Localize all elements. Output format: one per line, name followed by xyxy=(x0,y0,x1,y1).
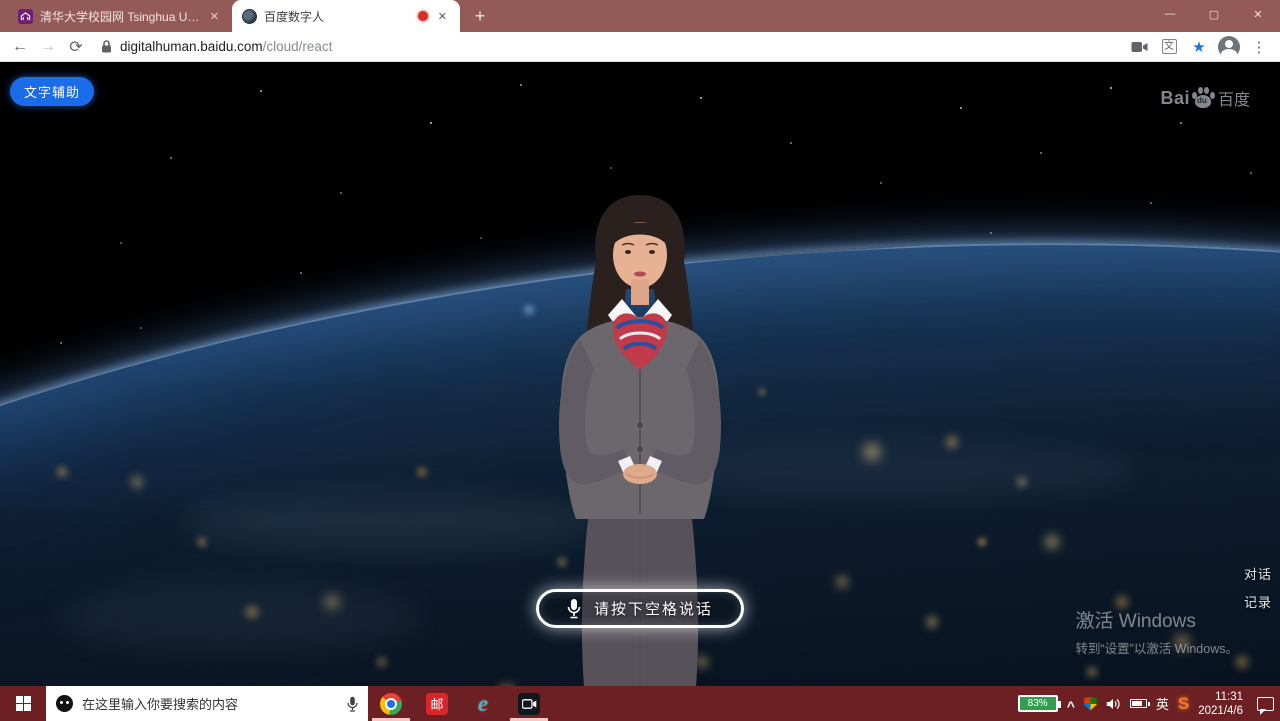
video-camera-icon xyxy=(518,693,540,715)
tab-close-icon[interactable]: ✕ xyxy=(207,9,222,24)
windows-security-icon[interactable] xyxy=(1084,697,1097,711)
minimize-button[interactable]: — xyxy=(1148,0,1192,28)
search-mic-icon[interactable] xyxy=(347,696,358,712)
tray-expand-icon[interactable]: ^ xyxy=(1067,698,1075,714)
url-path: /cloud/react xyxy=(263,39,333,54)
action-center-icon[interactable] xyxy=(1257,697,1274,711)
taskbar-ie-icon[interactable]: e xyxy=(460,686,506,721)
avatar-icon xyxy=(1218,36,1240,58)
tab-close-icon[interactable]: ✕ xyxy=(435,9,450,24)
url-domain: digitalhuman.baidu.com xyxy=(120,39,263,54)
globe-favicon xyxy=(242,9,257,24)
address-bar[interactable]: digitalhuman.baidu.com/cloud/react xyxy=(91,34,1123,60)
clock-time: 11:31 xyxy=(1198,690,1243,704)
mail-icon: 邮 xyxy=(426,693,448,715)
city-lights xyxy=(0,62,4,66)
browser-menu-icon[interactable]: ⋮ xyxy=(1245,34,1273,60)
push-to-talk-button[interactable]: 请按下空格说话 xyxy=(536,589,744,628)
taskbar-search-input[interactable]: 在这里输入你要搜索的内容 xyxy=(46,686,368,721)
tsinghua-favicon xyxy=(18,9,33,24)
mic-prompt-text: 请按下空格说话 xyxy=(594,598,713,619)
taskbar-chrome-icon[interactable] xyxy=(368,686,414,721)
battery-percent-indicator[interactable]: 83% xyxy=(1018,695,1058,712)
volume-icon[interactable] xyxy=(1106,698,1121,710)
internet-explorer-icon: e xyxy=(478,691,488,717)
cortana-icon xyxy=(56,695,73,712)
chrome-icon xyxy=(380,693,402,715)
tab-title: 百度数字人 xyxy=(264,8,411,25)
microphone-icon xyxy=(567,598,581,619)
cloud-streak xyxy=(60,582,420,652)
search-placeholder-text: 在这里输入你要搜索的内容 xyxy=(82,694,338,713)
url-text: digitalhuman.baidu.com/cloud/react xyxy=(120,39,332,54)
tab-title: 清华大学校园网 Tsinghua Univ xyxy=(40,8,200,25)
taskbar-mail-icon[interactable]: 邮 xyxy=(414,686,460,721)
forward-button[interactable]: → xyxy=(35,34,61,60)
screen-record-icon[interactable] xyxy=(1125,34,1153,60)
maximize-button[interactable]: ▢ xyxy=(1192,0,1236,28)
clock-date: 2021/4/6 xyxy=(1198,704,1243,718)
side-tab-history[interactable]: 记录 xyxy=(1244,592,1272,611)
bookmark-star-icon[interactable]: ★ xyxy=(1185,34,1213,60)
close-button[interactable]: ✕ xyxy=(1236,0,1280,28)
recording-indicator-icon xyxy=(418,11,428,21)
profile-avatar[interactable] xyxy=(1215,34,1243,60)
start-button[interactable] xyxy=(0,686,46,721)
side-tab-dialog[interactable]: 对话 xyxy=(1244,564,1272,583)
side-panel-tabs: 对话 记录 xyxy=(1244,564,1272,611)
windows-activation-watermark: 激活 Windows 转到“设置”以激活 Windows。 xyxy=(1075,606,1238,657)
windows-logo-icon xyxy=(16,696,31,711)
window-controls: — ▢ ✕ xyxy=(1148,0,1280,28)
system-tray: 83% ^ 英 S 11:31 2021/4/6 xyxy=(1018,686,1280,721)
baidu-logo-text: Bai xyxy=(1160,88,1190,109)
text-assist-button[interactable]: 文字辅助 xyxy=(10,77,94,106)
tab-digital-human[interactable]: 百度数字人 ✕ xyxy=(232,0,460,32)
battery-icon[interactable] xyxy=(1130,699,1147,708)
new-tab-button[interactable]: + xyxy=(466,3,494,29)
refresh-button[interactable]: ⟳ xyxy=(63,34,89,60)
baidu-logo-cn: 百度 xyxy=(1218,86,1250,110)
baidu-paw-icon: du xyxy=(1191,87,1215,109)
lock-icon xyxy=(101,40,112,53)
input-language-indicator[interactable]: 英 xyxy=(1156,694,1169,713)
windows-taskbar: 在这里输入你要搜索的内容 邮 e 83% ^ 英 S 11:31 2021/4/… xyxy=(0,686,1280,721)
translate-icon[interactable]: 文 xyxy=(1155,34,1183,60)
taskbar-clock[interactable]: 11:31 2021/4/6 xyxy=(1198,690,1243,718)
browser-toolbar: ← → ⟳ digitalhuman.baidu.com/cloud/react… xyxy=(0,32,1280,62)
digital-human-viewport: 文字辅助 Bai du 百度 请按下空格说话 对话 记录 激活 Windows … xyxy=(0,62,1280,686)
taskbar-camera-icon[interactable] xyxy=(506,686,552,721)
baidu-logo: Bai du 百度 xyxy=(1160,86,1250,110)
tab-tsinghua[interactable]: 清华大学校园网 Tsinghua Univ ✕ xyxy=(8,0,232,32)
back-button[interactable]: ← xyxy=(7,34,33,60)
sogou-input-icon[interactable]: S xyxy=(1178,694,1189,714)
browser-titlebar: 清华大学校园网 Tsinghua Univ ✕ 百度数字人 ✕ + — ▢ ✕ xyxy=(0,0,1280,32)
